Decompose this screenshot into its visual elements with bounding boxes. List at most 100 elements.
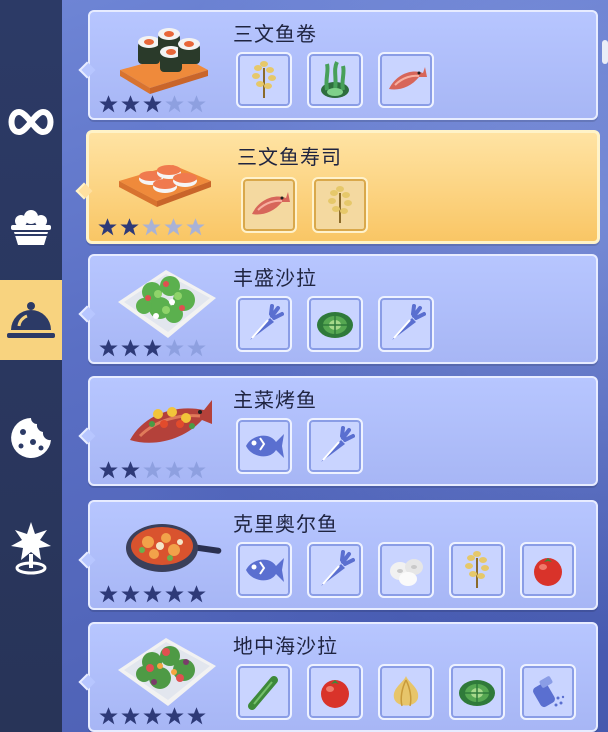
creole-fish-icon [126, 524, 222, 572]
ingredient-slot[interactable] [378, 296, 434, 352]
ingredient-slot[interactable] [520, 664, 576, 720]
star-filled-icon [98, 94, 119, 114]
star-empty-icon [185, 217, 206, 237]
recipe-title: 主菜烤鱼 [233, 388, 317, 412]
star-empty-icon [186, 460, 207, 480]
ingredient-slot[interactable] [378, 542, 434, 598]
star-empty-icon [164, 338, 185, 358]
tomato-icon [534, 558, 562, 586]
recipe-card[interactable]: 三文鱼卷 [78, 10, 598, 120]
star-filled-icon [120, 94, 141, 114]
cucumber-icon [248, 676, 278, 710]
hearty-salad-icon [118, 270, 216, 338]
ingredient-slot[interactable] [307, 52, 363, 108]
star-filled-icon [98, 706, 119, 726]
star-filled-icon [120, 584, 141, 604]
mushroom-icon [390, 559, 423, 586]
ingredient-slot[interactable] [449, 542, 505, 598]
sidebar-item-cloche[interactable] [0, 280, 62, 360]
carrot-icon [321, 550, 355, 586]
star-filled-icon [164, 706, 185, 726]
ingredient-slot[interactable] [307, 418, 363, 474]
ingredient-list [241, 177, 368, 233]
ingredient-slot[interactable] [307, 664, 363, 720]
star-filled-icon [98, 584, 119, 604]
star-rating [98, 584, 207, 604]
salmon-icon [252, 192, 290, 215]
star-filled-icon [98, 460, 119, 480]
bowl-icon [11, 210, 51, 245]
ingredient-slot[interactable] [307, 542, 363, 598]
sidebar-item-cookie[interactable] [0, 398, 62, 478]
fish-icon [246, 434, 284, 458]
ingredient-slot[interactable] [449, 664, 505, 720]
star-filled-icon [97, 217, 118, 237]
ingredient-slot[interactable] [236, 418, 292, 474]
star-filled-icon [119, 217, 140, 237]
star-rating [98, 338, 207, 358]
onion-icon [393, 676, 419, 707]
star-empty-icon [142, 460, 163, 480]
ingredient-slot[interactable] [378, 52, 434, 108]
salt-shaker-icon [533, 676, 565, 708]
seaweed-icon [321, 61, 349, 98]
ingredient-slot[interactable] [241, 177, 297, 233]
sidebar-item-location[interactable] [0, 508, 62, 588]
mediterranean-salad-icon [118, 638, 216, 706]
lettuce-icon [317, 312, 353, 338]
sidebar-item-bowl[interactable] [0, 188, 62, 268]
star-filled-icon [186, 706, 207, 726]
ingredient-slot[interactable] [378, 664, 434, 720]
rice-grain-icon [252, 61, 276, 98]
rice-grain-icon [465, 551, 489, 588]
star-empty-icon [164, 460, 185, 480]
ingredient-slot[interactable] [236, 664, 292, 720]
salmon-icon [389, 67, 427, 90]
recipe-title: 三文鱼寿司 [237, 145, 342, 169]
star-rating [98, 460, 207, 480]
recipe-title: 三文鱼卷 [233, 22, 317, 46]
recipe-card[interactable]: 丰盛沙拉 [78, 254, 598, 364]
star-filled-icon [142, 706, 163, 726]
star-empty-icon [186, 338, 207, 358]
ingredient-slot[interactable] [236, 52, 292, 108]
star-filled-icon [120, 706, 141, 726]
recipe-title: 克里奥尔鱼 [233, 512, 338, 536]
ingredient-slot[interactable] [236, 542, 292, 598]
sidebar-item-infinity[interactable] [0, 82, 62, 162]
recipe-card[interactable]: 主菜烤鱼 [78, 376, 598, 486]
ingredient-list [236, 542, 576, 598]
star-rating [98, 706, 207, 726]
star-rating [98, 94, 207, 114]
tomato-icon [321, 680, 349, 708]
ingredient-slot[interactable] [520, 542, 576, 598]
star-filled-icon [120, 460, 141, 480]
star-filled-icon [164, 584, 185, 604]
ingredient-list [236, 418, 363, 474]
ingredient-slot[interactable] [312, 177, 368, 233]
star-filled-icon [142, 338, 163, 358]
star-rating [97, 217, 206, 237]
recipe-title: 地中海沙拉 [233, 634, 338, 658]
cookie-icon [11, 418, 52, 458]
ingredient-list [236, 52, 434, 108]
star-empty-icon [164, 94, 185, 114]
star-filled-icon [120, 338, 141, 358]
fish-icon [246, 558, 284, 582]
recipe-card[interactable]: 地中海沙拉 [78, 622, 598, 732]
infinity-icon [8, 108, 54, 136]
grilled-fish-icon [130, 400, 212, 443]
scrollbar-thumb[interactable] [602, 40, 608, 64]
recipe-card-selected[interactable]: 三文鱼寿司 [75, 130, 600, 244]
carrot-icon [250, 304, 284, 340]
rice-grain-icon [328, 186, 352, 223]
carrot-icon [321, 426, 355, 462]
lettuce-icon [459, 680, 495, 706]
ingredient-slot[interactable] [307, 296, 363, 352]
recipe-card[interactable]: 克里奥尔鱼 [78, 500, 598, 610]
star-empty-icon [163, 217, 184, 237]
recipe-title: 丰盛沙拉 [233, 266, 317, 290]
ingredient-slot[interactable] [236, 296, 292, 352]
star-filled-icon [98, 338, 119, 358]
star-filled-icon [142, 94, 163, 114]
